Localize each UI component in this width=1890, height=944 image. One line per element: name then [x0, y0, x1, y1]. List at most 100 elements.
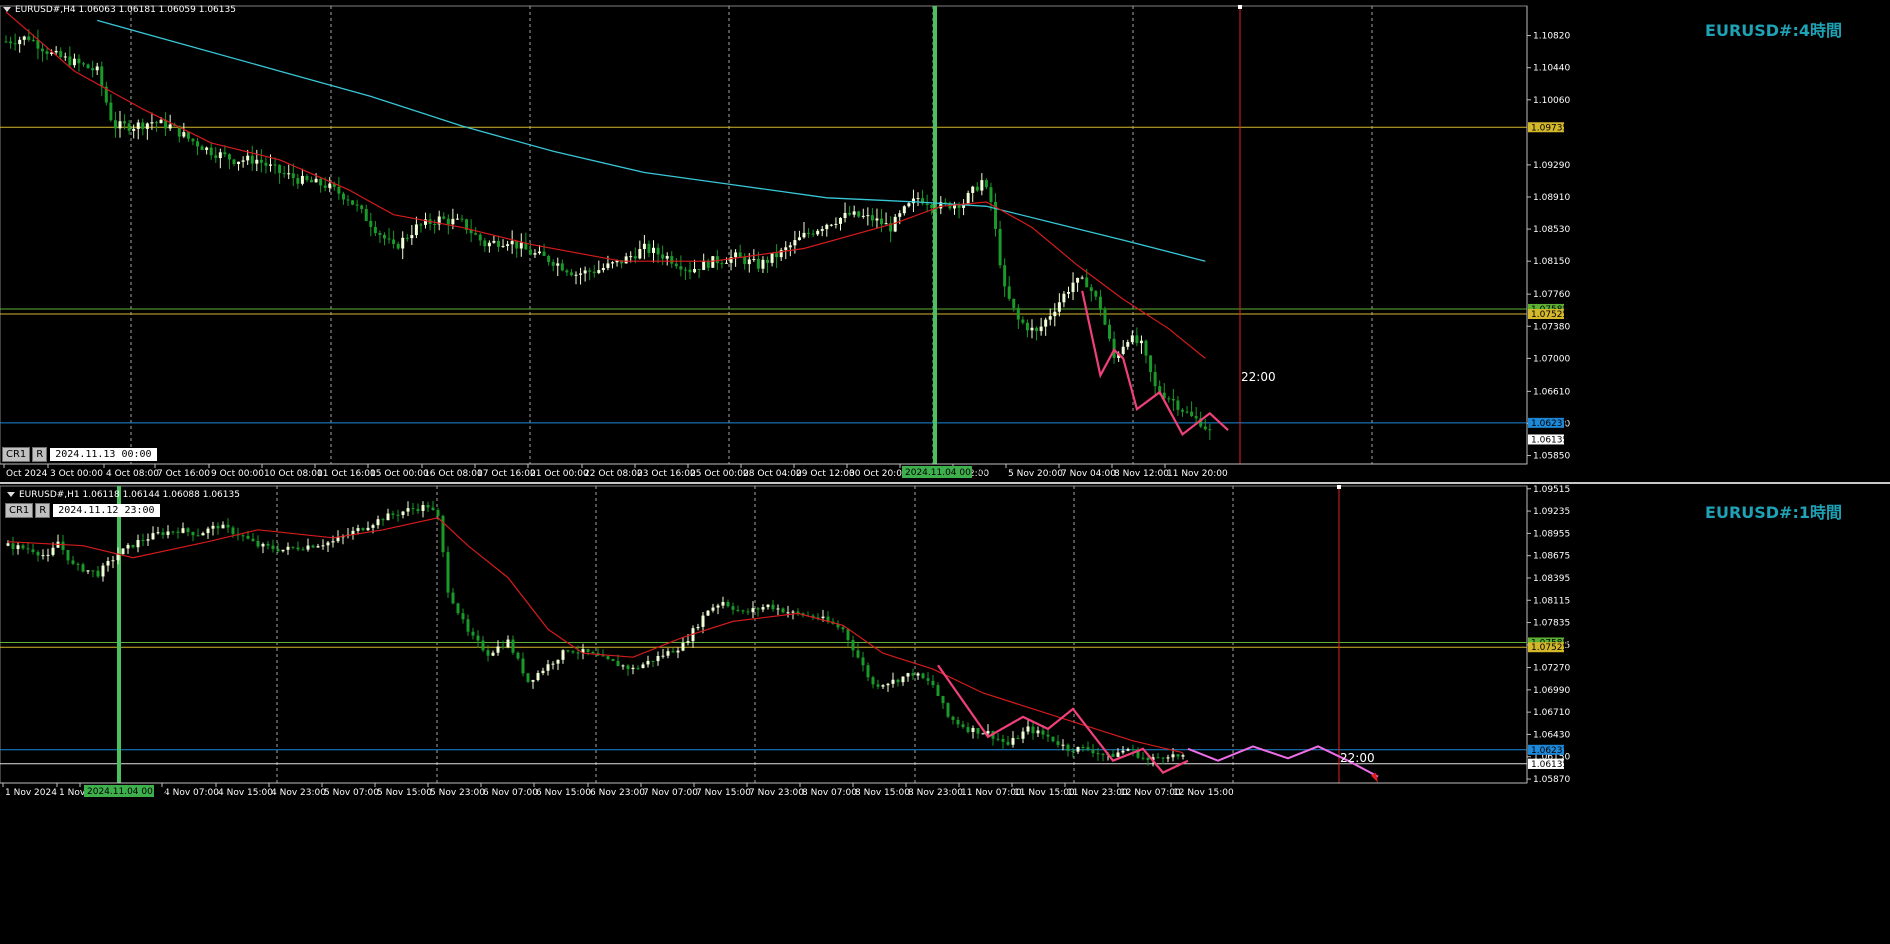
candle-body — [282, 173, 286, 175]
candle-body — [601, 267, 605, 271]
candle-body — [95, 66, 99, 71]
candle-body — [770, 253, 774, 263]
last-price-text: 1.06135 — [1531, 435, 1568, 445]
candle-body — [1021, 731, 1025, 739]
candle-body — [980, 180, 984, 191]
price-tick-label: 1.08910 — [1533, 193, 1570, 203]
h1-chart-pane[interactable]: 1.09515 1.09235 1.08955 1.08675 1.08395 1.081… — [0, 484, 1890, 944]
candle-body — [286, 546, 290, 550]
candle-body — [576, 652, 580, 654]
vertical-line-handle[interactable] — [1337, 485, 1341, 489]
candle-body — [391, 513, 395, 515]
vertical-line-handle[interactable] — [1238, 5, 1242, 9]
candle-body — [154, 122, 158, 124]
candle-body — [91, 570, 95, 572]
candle-body — [264, 162, 268, 166]
candle-body — [161, 532, 165, 536]
candle-body — [250, 155, 254, 164]
candle-body — [515, 240, 519, 249]
candle-body — [301, 549, 305, 551]
candle-body — [1006, 741, 1010, 745]
candle-body — [802, 232, 806, 238]
candle-body — [1208, 429, 1212, 431]
candle-body — [121, 548, 125, 555]
candle-body — [986, 731, 990, 734]
candle-body — [511, 639, 515, 653]
candle-body — [870, 215, 874, 221]
candle-body — [1066, 291, 1070, 294]
candle-body — [296, 547, 300, 550]
price-tick-label: 1.10820 — [1533, 32, 1570, 42]
candle-body — [720, 263, 724, 265]
candle-body — [721, 601, 725, 606]
candle-body — [901, 676, 905, 683]
h4-chart-pane[interactable]: 1.10820 1.10440 1.10060 1.09290 1.08910 1.085… — [0, 0, 1890, 484]
marker-time-label: 22:00 — [1340, 751, 1375, 765]
candle-body — [18, 39, 22, 45]
candle-body — [1171, 398, 1175, 401]
candle-body — [72, 58, 76, 66]
h4-chart-canvas[interactable]: 1.10820 1.10440 1.10060 1.09290 1.08910 1.085… — [0, 0, 1890, 484]
candle-body — [1080, 277, 1084, 279]
fast-moving-average-line — [5, 11, 1206, 359]
candle-body — [606, 263, 610, 268]
candle-body — [556, 263, 560, 266]
candle-body — [636, 667, 640, 669]
price-tick-label: 1.08150 — [1533, 257, 1570, 267]
time-tick-label: 9 Oct 00:00 — [211, 469, 264, 479]
candle-body — [560, 263, 564, 271]
candle-body — [91, 68, 95, 71]
candle-body — [1131, 749, 1135, 751]
candle-body — [1086, 747, 1090, 750]
candle-body — [1036, 730, 1040, 734]
dropdown-triangle-icon[interactable] — [7, 492, 15, 497]
candle-body — [998, 228, 1002, 266]
candle-body — [610, 262, 614, 264]
time-tick-label: 8 Nov 07:00 — [802, 788, 857, 798]
candle-body — [201, 533, 205, 536]
candle-body — [31, 549, 35, 552]
candle-body — [569, 272, 573, 276]
candle-body — [1003, 265, 1007, 287]
candle-body — [574, 274, 578, 276]
candle-body — [255, 159, 259, 164]
time-tick-label: 3 Oct 00:00 — [50, 469, 103, 479]
dropdown-triangle-icon[interactable] — [3, 7, 11, 12]
candle-body — [446, 218, 450, 225]
candle-body — [884, 223, 888, 225]
candle-body — [426, 504, 430, 508]
candle-body — [405, 237, 409, 239]
candle-body — [259, 159, 263, 163]
h1-chart-canvas[interactable]: 1.09515 1.09235 1.08955 1.08675 1.08395 1.081… — [0, 484, 1890, 944]
candle-body — [209, 147, 213, 156]
candle-body — [1121, 750, 1125, 753]
candle-body — [1130, 335, 1134, 343]
candle-body — [191, 138, 195, 142]
candle-body — [21, 545, 25, 549]
candle-body — [656, 247, 660, 255]
candle-body — [11, 543, 15, 550]
candle-body — [496, 646, 500, 653]
candle-body — [68, 56, 72, 66]
candle-body — [168, 124, 172, 129]
h4-header[interactable]: EURUSD#,H4 1.06063 1.06181 1.06059 1.061… — [3, 5, 236, 15]
candle-body — [76, 563, 80, 565]
candle-body — [276, 548, 280, 552]
candle-body — [666, 651, 670, 656]
candle-body — [786, 612, 790, 614]
candle-body — [647, 243, 651, 253]
candle-body — [323, 185, 327, 188]
time-tick-label: 6 Nov 23:00 — [590, 788, 645, 798]
candle-body — [1112, 338, 1116, 358]
candle-body — [916, 673, 920, 676]
candle-body — [984, 180, 988, 188]
h1-header[interactable]: EURUSD#,H1 1.06118 1.06144 1.06088 1.061… — [7, 490, 240, 500]
candle-body — [111, 560, 115, 562]
candle-body — [743, 256, 747, 265]
candle-body — [1153, 372, 1157, 387]
candle-body — [1031, 726, 1035, 734]
candle-body — [688, 269, 692, 273]
candle-body — [566, 650, 570, 652]
candle-body — [871, 677, 875, 685]
candle-body — [1011, 738, 1015, 745]
